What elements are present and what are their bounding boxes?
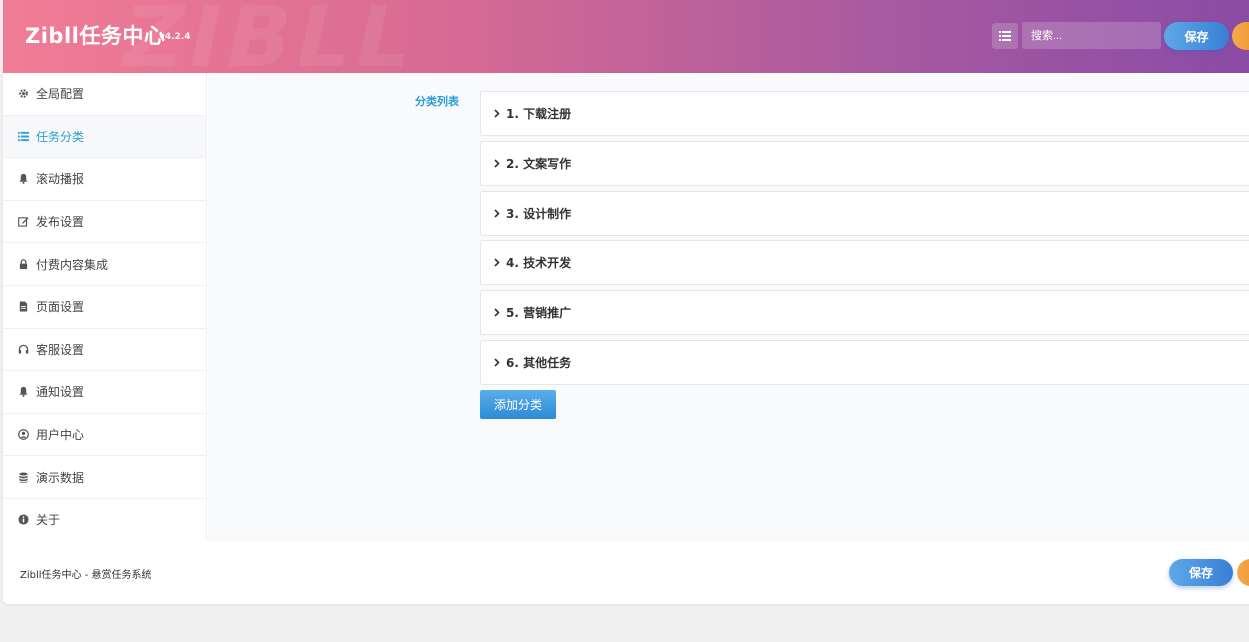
lock-icon [18, 258, 36, 270]
category-item-3[interactable]: 3. 设计制作 [480, 191, 1249, 236]
category-item-4[interactable]: 4. 技术开发 [480, 240, 1249, 285]
category-label: 4. 技术开发 [506, 256, 572, 270]
file-icon [18, 301, 36, 312]
category-item-2[interactable]: 2. 文案写作 [480, 141, 1249, 186]
chevron-right-icon [494, 159, 500, 168]
sidebar-item-page-settings[interactable]: 页面设置 [3, 286, 206, 329]
category-label: 3. 设计制作 [506, 207, 572, 221]
footer-save-button[interactable]: 保存 [1169, 559, 1233, 586]
sidebar-item-label: 演示数据 [36, 470, 85, 485]
version-badge: v4.2.4 [159, 32, 191, 42]
info-icon [18, 514, 36, 525]
sidebar-item-label: 页面设置 [36, 300, 85, 315]
gear-icon [18, 88, 36, 99]
chevron-right-icon [494, 258, 500, 267]
sidebar-item-about[interactable]: 关于 [3, 499, 206, 542]
section-label: 分类列表 [415, 95, 459, 108]
user-circle-icon [18, 429, 36, 440]
chevron-right-icon [494, 308, 500, 317]
category-label: 2. 文案写作 [506, 157, 572, 171]
sidebar-item-label: 任务分类 [36, 129, 85, 144]
category-label: 6. 其他任务 [506, 356, 572, 370]
add-category-button[interactable]: 添加分类 [480, 390, 556, 419]
sidebar-item-label: 付费内容集成 [36, 257, 109, 272]
sidebar-nav: 全局配置 任务分类 滚动播报 发布设置 付费内容集成 页面设置 客服设置 通知设… [3, 73, 207, 542]
sidebar-item-notification[interactable]: 通知设置 [3, 371, 206, 414]
bell-icon [18, 173, 36, 185]
reset-button[interactable] [1232, 22, 1249, 50]
sidebar-item-demo-data[interactable]: 演示数据 [3, 456, 206, 499]
sidebar-item-broadcast[interactable]: 滚动播报 [3, 158, 206, 201]
sidebar-item-label: 滚动播报 [36, 172, 85, 187]
sidebar-item-label: 发布设置 [36, 215, 85, 230]
save-button[interactable]: 保存 [1164, 22, 1229, 50]
app-title: Zibll任务中心 [25, 24, 166, 48]
list-icon [18, 131, 36, 142]
sidebar-item-user-center[interactable]: 用户中心 [3, 414, 206, 457]
sidebar-item-publish-settings[interactable]: 发布设置 [3, 201, 206, 244]
settings-panel: ZIBLL Zibll任务中心 v4.2.4 保存 全局配置 任务分类 [3, 0, 1249, 604]
category-item-6[interactable]: 6. 其他任务 [480, 340, 1249, 385]
sidebar-item-label: 客服设置 [36, 342, 85, 357]
chevron-right-icon [494, 358, 500, 367]
edit-icon [18, 216, 36, 227]
sidebar-item-task-category[interactable]: 任务分类 [3, 115, 206, 159]
search-input[interactable] [1022, 22, 1161, 49]
chevron-right-icon [494, 209, 500, 218]
category-item-5[interactable]: 5. 营销推广 [480, 290, 1249, 335]
sidebar-item-label: 通知设置 [36, 385, 85, 400]
main-content: 分类列表 1. 下载注册 2. 文案写作 3. 设计制作 4. 技术开发 5. … [208, 73, 1249, 541]
sidebar-item-label: 用户中心 [36, 428, 85, 443]
sidebar-item-label: 全局配置 [36, 87, 85, 102]
menu-toggle-button[interactable] [992, 23, 1018, 49]
chevron-right-icon [494, 109, 500, 118]
sidebar-item-label: 关于 [36, 513, 61, 528]
footer-reset-button[interactable] [1237, 559, 1249, 586]
database-icon [18, 472, 36, 483]
category-label: 5. 营销推广 [506, 306, 572, 320]
sidebar-item-customer-service[interactable]: 客服设置 [3, 329, 206, 372]
category-label: 1. 下载注册 [506, 107, 572, 121]
sidebar-item-paid-content[interactable]: 付费内容集成 [3, 243, 206, 286]
footer-bar: Zibll任务中心 - 悬赏任务系统 保存 [3, 541, 1249, 604]
list-icon [999, 31, 1011, 41]
bell-icon [18, 386, 36, 398]
footer-text: Zibll任务中心 - 悬赏任务系统 [20, 570, 152, 581]
header-bar: ZIBLL Zibll任务中心 v4.2.4 保存 [3, 0, 1249, 73]
category-item-1[interactable]: 1. 下载注册 [480, 91, 1249, 136]
headset-icon [18, 344, 36, 355]
sidebar-item-global-config[interactable]: 全局配置 [3, 73, 206, 116]
